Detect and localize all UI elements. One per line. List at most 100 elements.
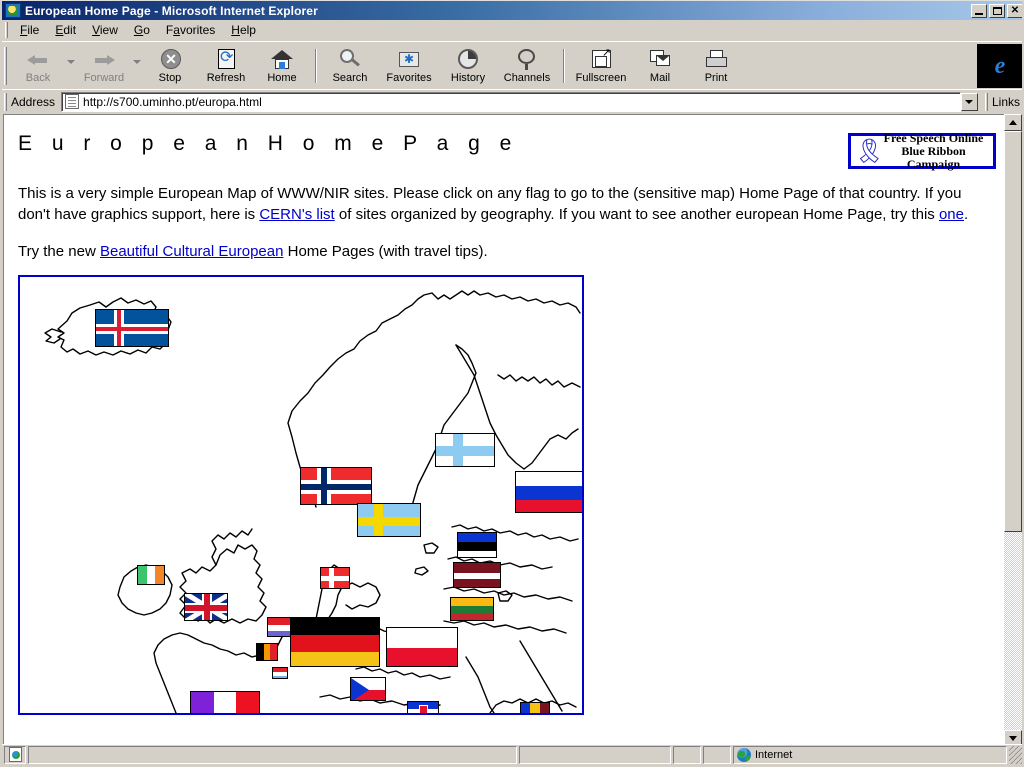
flag-ireland[interactable] <box>137 565 165 585</box>
vertical-scrollbar[interactable] <box>1004 114 1022 747</box>
links-drag-handle[interactable] <box>984 92 988 111</box>
home-button[interactable]: Home <box>254 44 310 88</box>
status-message <box>28 745 517 764</box>
resize-grip[interactable] <box>1009 745 1022 764</box>
flag-poland[interactable] <box>386 627 458 667</box>
menu-item-file[interactable]: File <box>12 21 47 39</box>
cern-list-link[interactable]: CERN's list <box>259 206 334 223</box>
menu-bar: File Edit View Go Favorites Help <box>2 20 1022 41</box>
address-dropdown-button[interactable] <box>960 92 978 111</box>
page-document-icon <box>65 94 80 109</box>
fullscreen-icon <box>589 46 613 71</box>
stop-button[interactable]: ✕ Stop <box>142 44 198 88</box>
links-button[interactable]: Links <box>992 95 1022 109</box>
flag-united-kingdom[interactable] <box>184 593 228 621</box>
toolbar-drag-handle[interactable] <box>4 46 7 85</box>
minimize-button[interactable] <box>971 3 987 18</box>
menu-item-go[interactable]: Go <box>126 21 158 39</box>
status-doc-cell <box>4 745 26 764</box>
cultural-text-2: Home Pages (with travel tips). <box>283 243 488 260</box>
window-title: European Home Page - Microsoft Internet … <box>25 3 318 18</box>
status-zone-label: Internet <box>755 748 793 761</box>
status-cell-2 <box>519 745 671 764</box>
blue-ribbon-text: Free Speech Online Blue Ribbon Campaign <box>874 131 993 171</box>
menu-item-edit[interactable]: Edit <box>47 21 84 39</box>
flag-estonia[interactable] <box>457 532 497 558</box>
status-bar: Internet <box>2 744 1022 765</box>
blue-ribbon-icon: 🎗 <box>854 137 885 165</box>
mail-button[interactable]: Mail <box>632 44 688 88</box>
flag-iceland[interactable] <box>95 309 169 347</box>
address-bar: Address http://s700.uminho.pt/europa.htm… <box>2 89 1022 113</box>
status-zone-cell[interactable]: Internet <box>733 745 1007 764</box>
forward-arrow-icon <box>92 48 116 71</box>
other-home-page-link[interactable]: one <box>939 206 964 223</box>
flag-germany[interactable] <box>290 617 380 667</box>
flag-denmark[interactable] <box>320 567 350 589</box>
intro-paragraph: This is a very simple European Map of WW… <box>18 183 991 225</box>
history-button[interactable]: History <box>440 44 496 88</box>
title-bar: European Home Page - Microsoft Internet … <box>2 1 1022 20</box>
toolbar-separator-1 <box>315 48 317 83</box>
flag-belgium[interactable] <box>256 643 278 661</box>
address-url-text: http://s700.uminho.pt/europa.html <box>83 94 262 109</box>
window-controls: ✕ <box>971 3 1022 18</box>
flag-norway[interactable] <box>300 467 372 505</box>
cultural-paragraph: Try the new Beautiful Cultural European … <box>18 241 991 262</box>
address-input[interactable]: http://s700.uminho.pt/europa.html <box>61 91 961 112</box>
mail-icon <box>648 48 672 71</box>
ribbon-line-2: Blue Ribbon Campaign <box>901 143 966 171</box>
ie-logo-icon[interactable]: e <box>977 43 1022 88</box>
flag-russia[interactable] <box>515 471 582 513</box>
menu-item-help[interactable]: Help <box>223 21 264 39</box>
back-dropdown-arrow[interactable] <box>66 44 76 88</box>
forward-button[interactable]: Forward <box>76 44 132 88</box>
address-label: Address <box>11 94 56 109</box>
flag-czech-republic[interactable] <box>350 677 386 701</box>
flag-luxembourg[interactable] <box>272 667 288 679</box>
channels-button[interactable]: Channels <box>496 44 558 88</box>
scroll-up-button[interactable] <box>1004 114 1022 131</box>
page-viewport: E u r o p e a n H o m e P a g e 🎗 Free S… <box>3 114 1022 747</box>
search-button[interactable]: Search <box>322 44 378 88</box>
web-page-content: E u r o p e a n H o m e P a g e 🎗 Free S… <box>4 115 1005 747</box>
europe-clickable-map[interactable] <box>18 275 584 715</box>
scrollbar-track[interactable] <box>1004 131 1022 730</box>
refresh-button[interactable]: Refresh <box>198 44 254 88</box>
menu-item-favorites[interactable]: Favorites <box>158 21 223 39</box>
flag-france[interactable] <box>190 691 260 713</box>
main-toolbar: Back Forward ✕ Stop Refresh Home <box>2 41 1022 89</box>
cultural-text-1: Try the new <box>18 243 100 260</box>
menu-item-view[interactable]: View <box>84 21 126 39</box>
flag-finland[interactable] <box>435 433 495 467</box>
search-icon <box>338 48 362 71</box>
flag-lithuania[interactable] <box>450 597 494 621</box>
favorites-button[interactable]: ✱ Favorites <box>378 44 440 88</box>
scrollbar-thumb[interactable] <box>1004 131 1022 532</box>
page-title: E u r o p e a n H o m e P a g e <box>18 132 519 155</box>
window-icon <box>5 3 21 18</box>
intro-text-2: of sites organized by geography. If you … <box>334 206 939 223</box>
home-icon <box>270 48 294 71</box>
browser-window: European Home Page - Microsoft Internet … <box>0 0 1024 767</box>
internet-globe-icon <box>737 747 751 762</box>
intro-text-3: . <box>964 206 969 223</box>
beautiful-cultural-european-link[interactable]: Beautiful Cultural European <box>100 243 283 260</box>
close-button[interactable]: ✕ <box>1007 3 1022 18</box>
document-icon <box>8 747 22 762</box>
restore-button[interactable] <box>989 3 1005 18</box>
stop-icon: ✕ <box>158 48 182 71</box>
back-button[interactable]: Back <box>10 44 66 88</box>
menu-drag-handle[interactable] <box>5 22 8 38</box>
print-button[interactable]: Print <box>688 44 744 88</box>
flag-romania[interactable] <box>520 702 550 713</box>
forward-dropdown-arrow[interactable] <box>132 44 142 88</box>
flag-slovakia[interactable] <box>407 701 439 713</box>
flag-sweden[interactable] <box>357 503 421 537</box>
channels-globe-icon <box>515 48 539 71</box>
fullscreen-button[interactable]: Fullscreen <box>570 44 632 88</box>
back-arrow-icon <box>26 48 50 71</box>
blue-ribbon-badge[interactable]: 🎗 Free Speech Online Blue Ribbon Campaig… <box>848 131 996 171</box>
flag-latvia[interactable] <box>453 562 501 588</box>
address-drag-handle[interactable] <box>4 92 7 111</box>
